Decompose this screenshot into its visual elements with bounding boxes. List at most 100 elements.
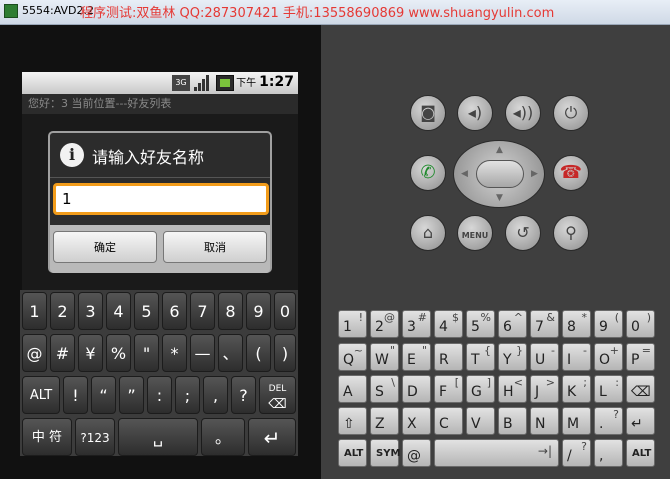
hw-key-y[interactable]: Y} bbox=[498, 343, 527, 371]
soft-key-quote[interactable]: " bbox=[134, 334, 159, 372]
cancel-button[interactable]: 取消 bbox=[163, 231, 267, 263]
hw-key-6[interactable]: 6 ^ bbox=[498, 310, 527, 338]
hw-key-d[interactable]: D bbox=[402, 375, 431, 403]
soft-key-lang-switch[interactable]: 中 符 bbox=[22, 418, 72, 456]
hw-key-g[interactable]: G] bbox=[466, 375, 495, 403]
home-button[interactable]: ⌂ bbox=[410, 215, 446, 251]
hw-key-slash[interactable]: /? bbox=[562, 439, 591, 467]
hw-key-9[interactable]: 9( bbox=[594, 310, 623, 338]
camera-button[interactable]: ◙ bbox=[410, 95, 446, 131]
hw-key-p[interactable]: P = bbox=[626, 343, 655, 371]
hw-key-f[interactable]: F[ bbox=[434, 375, 463, 403]
soft-key-question[interactable]: ? bbox=[231, 376, 256, 414]
hw-key-k[interactable]: K; bbox=[562, 375, 591, 403]
soft-key-5[interactable]: 5 bbox=[134, 292, 159, 330]
hw-key-7[interactable]: 7 & bbox=[530, 310, 559, 338]
hw-key-8[interactable]: 8 * bbox=[562, 310, 591, 338]
soft-key-8[interactable]: 8 bbox=[218, 292, 243, 330]
soft-key-comma[interactable]: , bbox=[203, 376, 228, 414]
hw-key-2[interactable]: 2 @ bbox=[370, 310, 399, 338]
hw-key-b[interactable]: B bbox=[498, 407, 527, 435]
hw-key-q[interactable]: Q ~ bbox=[338, 343, 367, 371]
hw-key-z[interactable]: Z bbox=[370, 407, 399, 435]
friend-name-input[interactable] bbox=[53, 183, 269, 215]
hw-key-v[interactable]: V bbox=[466, 407, 495, 435]
call-button[interactable]: ✆ bbox=[410, 155, 446, 191]
hw-key-l[interactable]: L: bbox=[594, 375, 623, 403]
soft-key-lquote[interactable]: “ bbox=[91, 376, 116, 414]
menu-button[interactable]: MENU bbox=[457, 215, 493, 251]
hw-key-s[interactable]: S \ bbox=[370, 375, 399, 403]
soft-key-dunhao[interactable]: 、 bbox=[218, 334, 243, 372]
hw-key-t[interactable]: T{ bbox=[466, 343, 495, 371]
soft-key-7[interactable]: 7 bbox=[190, 292, 215, 330]
hw-key-n[interactable]: N bbox=[530, 407, 559, 435]
dpad-center-button[interactable] bbox=[476, 160, 524, 188]
soft-key-percent[interactable]: % bbox=[106, 334, 131, 372]
soft-key-lparen[interactable]: ( bbox=[246, 334, 271, 372]
hw-key-c[interactable]: C bbox=[434, 407, 463, 435]
hw-key-w[interactable]: W " bbox=[370, 343, 399, 371]
soft-key-alt[interactable]: ALT bbox=[22, 376, 60, 414]
power-button[interactable]: ⏻ bbox=[553, 95, 589, 131]
ok-button[interactable]: 确定 bbox=[53, 231, 157, 263]
soft-key-period[interactable]: 。 bbox=[201, 418, 245, 456]
back-button[interactable]: ↺ bbox=[505, 215, 541, 251]
hw-key-delete[interactable]: ⌫ bbox=[626, 375, 655, 403]
soft-key-9[interactable]: 9 bbox=[246, 292, 271, 330]
dpad-left-arrow[interactable]: ◀ bbox=[461, 169, 468, 179]
hw-key-o[interactable]: O + bbox=[594, 343, 623, 371]
hw-key-period[interactable]: .? bbox=[594, 407, 623, 435]
soft-key-dash[interactable]: — bbox=[190, 334, 215, 372]
soft-key-asterisk[interactable]: * bbox=[162, 334, 187, 372]
soft-key-1[interactable]: 1 bbox=[22, 292, 47, 330]
hw-key-m[interactable]: M bbox=[562, 407, 591, 435]
dpad[interactable]: ▲ ▼ ◀ ▶ bbox=[453, 140, 545, 208]
hw-key-at[interactable]: @ bbox=[402, 439, 431, 467]
hw-key-comma[interactable]: , bbox=[594, 439, 623, 467]
volume-down-button[interactable]: ◂) bbox=[457, 95, 493, 131]
soft-key-2[interactable]: 2 bbox=[50, 292, 75, 330]
hw-key-alt-left[interactable]: ALT bbox=[338, 439, 367, 467]
soft-key-space[interactable]: ␣ bbox=[118, 418, 198, 456]
hw-key-alt-right[interactable]: ALT bbox=[626, 439, 655, 467]
hw-key-1[interactable]: 1! bbox=[338, 310, 367, 338]
soft-key-4[interactable]: 4 bbox=[106, 292, 131, 330]
hw-key-shift[interactable]: ⇧ bbox=[338, 407, 367, 435]
hw-key-a[interactable]: A bbox=[338, 375, 367, 403]
soft-key-0[interactable]: 0 bbox=[274, 292, 296, 330]
hw-key-r[interactable]: R bbox=[434, 343, 463, 371]
soft-key-hash[interactable]: # bbox=[50, 334, 75, 372]
hw-key-j[interactable]: J > bbox=[530, 375, 559, 403]
soft-key-colon[interactable]: : bbox=[147, 376, 172, 414]
hw-key-0[interactable]: 0) bbox=[626, 310, 655, 338]
dpad-right-arrow[interactable]: ▶ bbox=[531, 169, 538, 179]
end-call-button[interactable]: ☎ bbox=[553, 155, 589, 191]
soft-key-enter[interactable]: ↵ bbox=[248, 418, 296, 456]
soft-key-delete[interactable]: DEL ⌫ bbox=[259, 376, 296, 414]
hw-key-enter[interactable]: ↵ bbox=[626, 407, 655, 435]
hw-key-space[interactable]: →| bbox=[434, 439, 559, 467]
hw-key-4[interactable]: 4 $ bbox=[434, 310, 463, 338]
hw-key-e[interactable]: E " bbox=[402, 343, 431, 371]
soft-key-rparen[interactable]: ) bbox=[274, 334, 296, 372]
soft-key-exclaim[interactable]: ! bbox=[63, 376, 88, 414]
hw-key-x[interactable]: X bbox=[402, 407, 431, 435]
hw-key-u[interactable]: U- bbox=[530, 343, 559, 371]
volume-up-button[interactable]: ◂)) bbox=[505, 95, 541, 131]
hw-key-i[interactable]: I- bbox=[562, 343, 591, 371]
search-button[interactable]: ⚲ bbox=[553, 215, 589, 251]
hw-key-3[interactable]: 3 # bbox=[402, 310, 431, 338]
soft-key-symbols[interactable]: ?123 bbox=[75, 418, 115, 456]
hw-key-5[interactable]: 5% bbox=[466, 310, 495, 338]
dpad-down-arrow[interactable]: ▼ bbox=[496, 193, 503, 203]
dpad-up-arrow[interactable]: ▲ bbox=[496, 145, 503, 155]
soft-key-rquote[interactable]: ” bbox=[119, 376, 144, 414]
soft-key-yuan[interactable]: ¥ bbox=[78, 334, 103, 372]
soft-key-at[interactable]: @ bbox=[22, 334, 47, 372]
soft-key-semicolon[interactable]: ; bbox=[175, 376, 200, 414]
hw-key-h[interactable]: H < bbox=[498, 375, 527, 403]
soft-key-3[interactable]: 3 bbox=[78, 292, 103, 330]
soft-key-6[interactable]: 6 bbox=[162, 292, 187, 330]
hw-key-sym[interactable]: SYM bbox=[370, 439, 400, 467]
